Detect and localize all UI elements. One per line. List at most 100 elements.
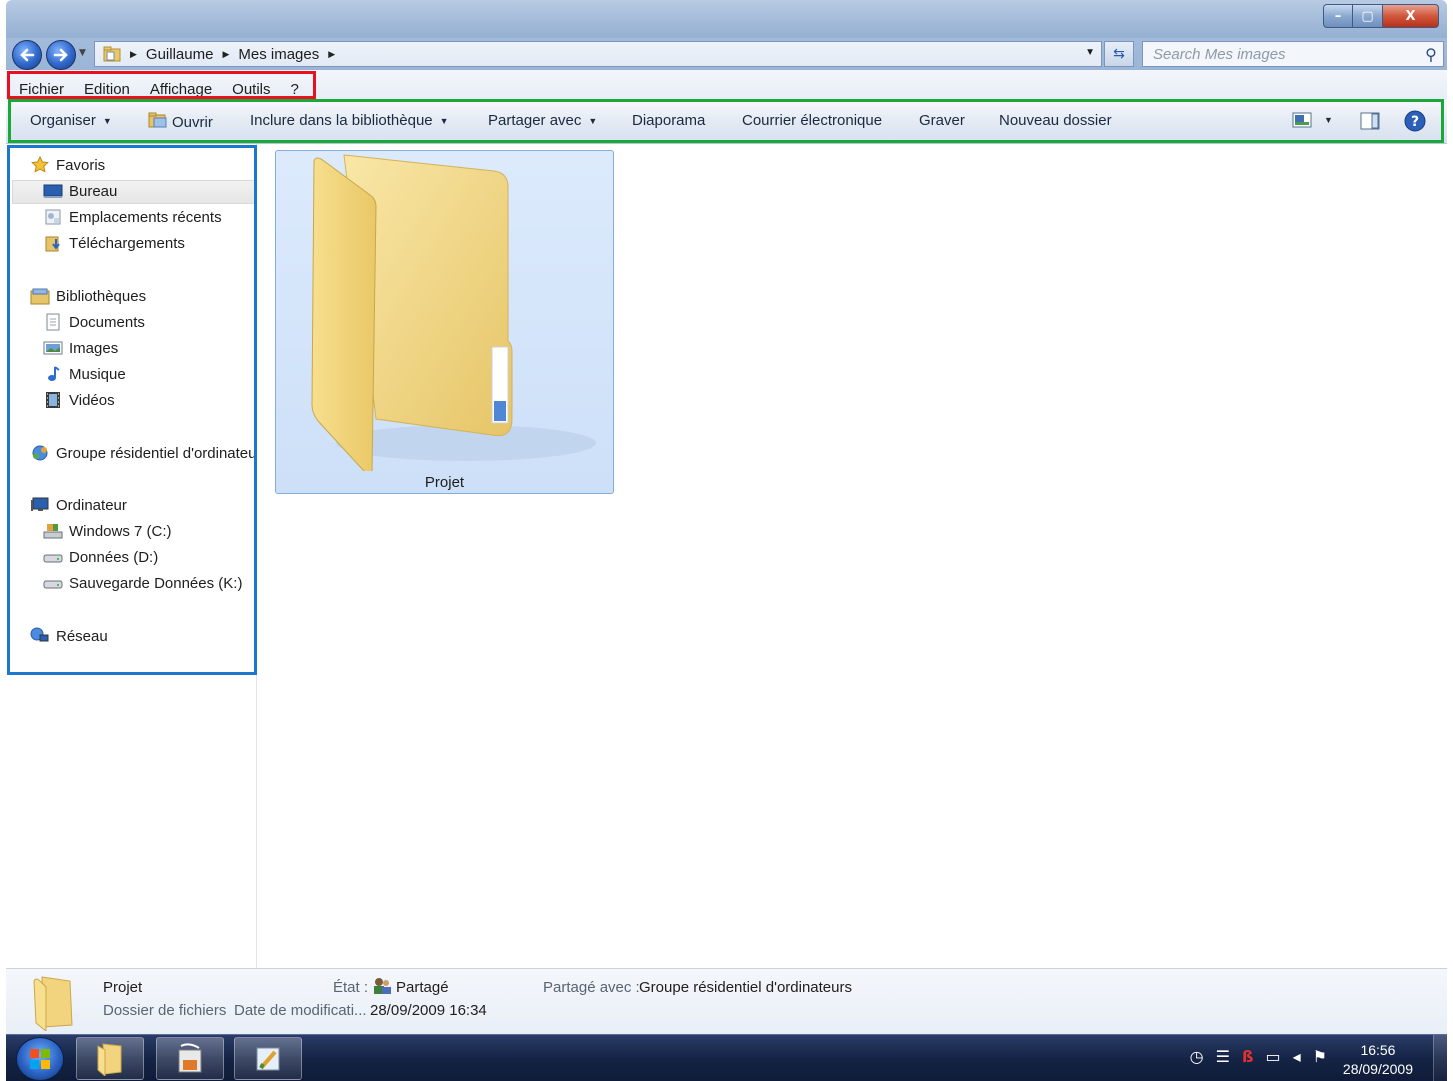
breadcrumb-separator[interactable]: ▶ (328, 49, 335, 60)
ouvrir-button[interactable]: Ouvrir (148, 112, 213, 132)
search-box[interactable]: ⚲ (1142, 41, 1444, 67)
monitor-tray-icon[interactable]: ▭ (1266, 1047, 1281, 1066)
help-button[interactable]: ? (1404, 110, 1426, 132)
clock-date: 28/09/2009 (1342, 1061, 1413, 1077)
command-bar: Organiser ▼ Ouvrir Inclure dans la bibli… (6, 100, 1447, 144)
chevron-down-icon: ▼ (439, 115, 449, 126)
documents-icon (43, 313, 63, 331)
nav-item-documents[interactable]: Documents (43, 313, 145, 331)
courrier-button[interactable]: Courrier électronique (742, 112, 882, 129)
maximize-button[interactable]: ▢ (1353, 4, 1383, 28)
menu-fichier[interactable]: Fichier (19, 81, 64, 98)
folder-item[interactable]: Projet (275, 150, 614, 494)
nav-item-sauvegarde-k[interactable]: Sauvegarde Données (K:) (43, 574, 242, 592)
breadcrumb-separator[interactable]: ▶ (222, 49, 229, 60)
refresh-icon: ⇆ (1113, 46, 1125, 62)
nav-item-favoris[interactable]: Favoris (30, 156, 105, 174)
menu-bar: Fichier Edition Affichage Outils ? (6, 70, 1447, 100)
partager-avec-button[interactable]: Partager avec ▼ (488, 112, 597, 129)
address-dropdown[interactable]: ▼ (1085, 47, 1095, 58)
search-icon[interactable]: ⚲ (1419, 45, 1443, 64)
nav-item-ordinateur[interactable]: Ordinateur (30, 496, 127, 514)
volume-icon[interactable]: ◂ (1293, 1047, 1301, 1066)
nav-label: Groupe résidentiel d'ordinateu (56, 444, 257, 462)
nav-label: Images (69, 339, 119, 357)
nav-label: Réseau (56, 627, 108, 645)
homegroup-icon (30, 444, 50, 462)
preview-pane-button[interactable] (1360, 112, 1380, 130)
presentation-app-icon (178, 1042, 202, 1072)
show-desktop-button[interactable] (1433, 1035, 1447, 1081)
details-type: Dossier de fichiers (103, 1002, 227, 1019)
organiser-button[interactable]: Organiser ▼ (30, 112, 112, 129)
diaporama-button[interactable]: Diaporama (632, 112, 705, 129)
address-bar[interactable]: ▶ Guillaume ▶ Mes images ▶ ▼ (94, 41, 1102, 67)
details-modified-value: 28/09/2009 16:34 (370, 1002, 487, 1019)
hard-drive-icon (43, 548, 63, 566)
taskbar-app-button-2[interactable] (234, 1037, 302, 1080)
inclure-bibliotheque-button[interactable]: Inclure dans la bibliothèque ▼ (250, 112, 449, 129)
details-name: Projet (103, 979, 143, 996)
details-shared-value: Groupe résidentiel d'ordinateurs (639, 979, 852, 996)
chevron-down-icon: ▼ (1324, 115, 1333, 125)
network-tray-icon[interactable]: ☰ (1216, 1047, 1230, 1066)
nav-item-emplacements-recents[interactable]: Emplacements récents (43, 208, 222, 226)
clock[interactable]: 16:56 28/09/2009 (1343, 1041, 1413, 1079)
nav-item-donnees-d[interactable]: Données (D:) (43, 548, 158, 566)
nav-item-bibliotheques[interactable]: Bibliothèques (30, 287, 146, 305)
menu-edition[interactable]: Edition (84, 81, 130, 98)
nav-label: Bibliothèques (56, 287, 147, 305)
nouveau-dossier-label: Nouveau dossier (999, 112, 1112, 129)
back-button[interactable] (12, 40, 42, 70)
action-center-flag-icon[interactable]: ⚑ (1313, 1047, 1327, 1066)
nav-item-windows7-c[interactable]: Windows 7 (C:) (43, 522, 172, 540)
forward-button[interactable] (46, 40, 76, 70)
nav-item-videos[interactable]: Vidéos (43, 391, 115, 409)
menu-affichage[interactable]: Affichage (150, 81, 212, 98)
libraries-icon (30, 287, 50, 305)
minimize-button[interactable]: – (1323, 4, 1353, 28)
file-list: Projet (257, 144, 1447, 968)
clock-time: 16:56 (1360, 1042, 1396, 1058)
nav-item-telechargements[interactable]: Téléchargements (43, 234, 185, 252)
nav-label: Données (D:) (69, 548, 159, 566)
nav-label: Windows 7 (C:) (69, 522, 172, 540)
clock-app-icon[interactable]: ◷ (1190, 1047, 1204, 1066)
graver-button[interactable]: Graver (919, 112, 965, 129)
nav-label: Sauvegarde Données (K:) (69, 574, 243, 592)
inclure-label: Inclure dans la bibliothèque (250, 112, 433, 129)
details-state-value: Partagé (396, 979, 449, 996)
open-folder-icon (148, 112, 168, 132)
breadcrumb-mes-images[interactable]: Mes images (238, 46, 319, 63)
breadcrumb-guillaume[interactable]: Guillaume (146, 46, 214, 63)
nav-item-reseau[interactable]: Réseau (30, 627, 108, 645)
start-button[interactable] (16, 1037, 64, 1081)
chevron-down-icon: ▼ (102, 115, 112, 126)
courrier-label: Courrier électronique (742, 112, 883, 129)
antivirus-icon[interactable]: ß (1242, 1047, 1254, 1066)
nav-item-groupe-residentiel[interactable]: Groupe résidentiel d'ordinateu (30, 444, 257, 462)
star-icon (30, 156, 50, 174)
menu-outils[interactable]: Outils (232, 81, 270, 98)
nouveau-dossier-button[interactable]: Nouveau dossier (999, 112, 1112, 129)
breadcrumb-separator[interactable]: ▶ (130, 49, 137, 60)
downloads-icon (43, 234, 63, 252)
nav-label: Documents (69, 313, 145, 331)
nav-item-musique[interactable]: Musique (43, 365, 126, 383)
change-view-button[interactable]: ▼ (1292, 112, 1333, 128)
recent-pages-dropdown[interactable]: ▼ (79, 48, 86, 58)
diaporama-label: Diaporama (632, 112, 706, 129)
help-icon: ? (1404, 110, 1426, 132)
back-arrow-icon (20, 48, 35, 62)
taskbar-explorer-button[interactable] (76, 1037, 144, 1080)
refresh-button[interactable]: ⇆ (1104, 41, 1134, 67)
nav-item-bureau[interactable]: Bureau (43, 182, 117, 200)
taskbar-app-button[interactable] (156, 1037, 224, 1080)
chevron-down-icon: ▼ (588, 115, 598, 126)
close-button[interactable]: X (1383, 4, 1439, 28)
search-input[interactable] (1143, 42, 1419, 66)
pictures-icon (43, 339, 63, 357)
menu-help[interactable]: ? (291, 81, 299, 98)
folder-name: Projet (424, 474, 465, 491)
nav-item-images[interactable]: Images (43, 339, 118, 357)
